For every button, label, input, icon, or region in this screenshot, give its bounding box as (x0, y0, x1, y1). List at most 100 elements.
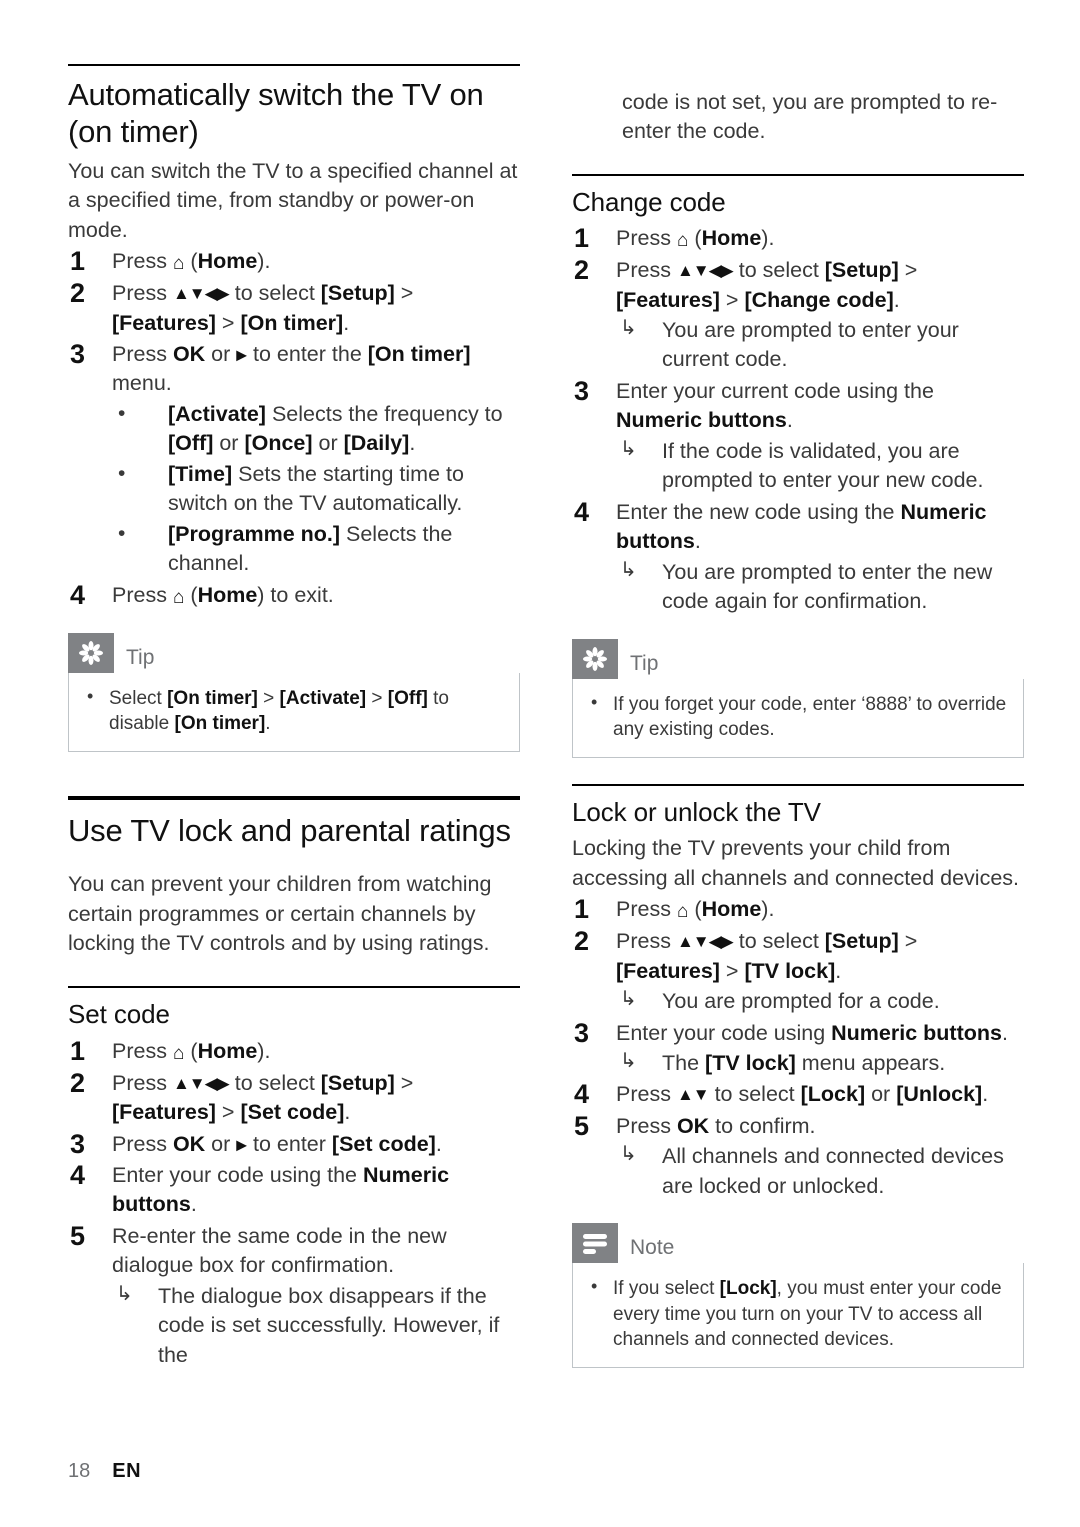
step-text: Press ⌂ (Home). (616, 897, 775, 923)
callout-title: Tip (126, 645, 155, 669)
callout-title: Note (630, 1236, 675, 1260)
step-item: 4 Press ▲▼ to select [Lock] or [Unlock]. (572, 1079, 1024, 1110)
result-item: ↳ All channels and connected devices are… (616, 1142, 1024, 1201)
callout-header: Tip (572, 638, 1024, 679)
result-text: You are prompted to enter your current c… (662, 318, 959, 372)
result-text: All channels and connected devices are l… (662, 1144, 1004, 1198)
result-text: The dialogue box disappears if the code … (158, 1283, 500, 1367)
bullet-dot-icon: • (591, 1276, 598, 1297)
section-change-code: Change code 1 Press ⌂ (Home). 2 Press ▲▼… (572, 173, 1024, 759)
step-text: Press ⌂ (Home). (616, 226, 775, 252)
step-number: 4 (574, 496, 590, 527)
list-item: • [Activate] Selects the frequency to [O… (112, 400, 520, 459)
step-item: 5 Press OK to confirm. ↳ All channels an… (572, 1110, 1024, 1201)
section-on-timer: Automatically switch the TV on (on timer… (68, 64, 520, 753)
step-results: ↳ If the code is validated, you are prom… (616, 437, 1024, 496)
step-text: Press OK to confirm. (616, 1113, 816, 1138)
steps-change-code: 1 Press ⌂ (Home). 2 Press ▲▼◀▶ to select… (572, 223, 1024, 617)
option-programme-no: [Programme no.] Selects the channel. (168, 521, 453, 576)
step-number: 3 (574, 1017, 590, 1048)
tip-text: If you forget your code, enter ‘8888’ to… (613, 693, 1007, 740)
step-item: 1 Press ⌂ (Home). (572, 223, 1024, 254)
section-set-code: Set code 1 Press ⌂ (Home). 2 Press ▲▼◀▶ … (68, 986, 520, 1370)
tip-text: Select [On timer] > [Activate] > [Off] t… (109, 687, 449, 734)
result-text: If the code is validated, you are prompt… (662, 438, 984, 493)
result-arrow-icon: ↳ (620, 1143, 637, 1166)
result-arrow-icon: ↳ (116, 1282, 133, 1305)
result-item: ↳ You are prompted to enter your current… (616, 316, 1024, 375)
heading-rule-thick (68, 796, 520, 801)
step-text: Enter your current code using the Numeri… (616, 378, 934, 433)
up-down-arrows-icon: ▲▼ (676, 1085, 710, 1105)
step-item: 2 Press ▲▼◀▶ to select [Setup] > [Featur… (572, 926, 1024, 1016)
two-column-layout: Automatically switch the TV on (on timer… (68, 60, 1024, 1400)
callout-body: • If you forget your code, enter ‘8888’ … (572, 678, 1024, 759)
step-text: Enter your code using the Numeric button… (112, 1163, 450, 1217)
step-text: Press OK or ▶ to enter [Set code]. (112, 1131, 442, 1156)
step-results: ↳ The [TV lock] menu appears. (616, 1049, 1024, 1078)
intro-tv-lock: You can prevent your children from watch… (68, 872, 492, 955)
heading-set-code: Set code (68, 999, 170, 1030)
result-item: ↳ The [TV lock] menu appears. (616, 1049, 1024, 1078)
result-item: code is not set, you are prompted to re-… (572, 88, 1024, 147)
note-callout: Note • If you select [Lock], you must en… (572, 1223, 1024, 1369)
step-text: Press ▲▼◀▶ to select [Setup] > [Features… (112, 1070, 414, 1125)
result-text: You are prompted to enter the new code a… (662, 559, 993, 614)
callout-body: • If you select [Lock], you must enter y… (572, 1263, 1024, 1369)
step-number: 4 (574, 1079, 590, 1110)
navigation-arrows-icon: ▲▼◀▶ (676, 261, 734, 281)
step-item: 3 Enter your current code using the Nume… (572, 376, 1024, 496)
step-item: 4 Enter the new code using the Numeric b… (572, 496, 1024, 617)
callout-header: Note (572, 1223, 1024, 1264)
step-results: ↳ You are prompted for a code. (616, 987, 1024, 1016)
result-text: You are prompted for a code. (662, 989, 940, 1014)
result-arrow-icon: ↳ (620, 317, 637, 340)
intro-lock-unlock: Locking the TV prevents your child from … (572, 836, 1020, 890)
heading-rule (572, 784, 1024, 787)
list-item: • Select [On timer] > [Activate] > [Off]… (85, 686, 503, 737)
step-text: Press ▲▼◀▶ to select [Setup] > [Features… (616, 929, 918, 983)
result-arrow-icon: ↳ (620, 988, 637, 1011)
home-icon: ⌂ (676, 901, 689, 923)
right-arrow-icon: ▶ (236, 346, 248, 363)
step-results: ↳ You are prompted to enter the new code… (616, 558, 1024, 617)
home-icon: ⌂ (676, 230, 689, 252)
step-number: 5 (574, 1110, 590, 1141)
note-lines-icon (572, 1223, 618, 1264)
step-text: Press OK or ▶ to enter the [On timer] me… (112, 342, 471, 396)
step-number: 3 (70, 1128, 86, 1159)
callout-body: • Select [On timer] > [Activate] > [Off]… (68, 672, 520, 753)
section-tv-lock: Use TV lock and parental ratings You can… (68, 796, 520, 958)
result-arrow-icon: ↳ (620, 437, 637, 460)
result-item: ↳ The dialogue box disappears if the cod… (112, 1282, 520, 1370)
navigation-arrows-icon: ▲▼◀▶ (172, 1073, 230, 1093)
step-number: 2 (70, 1067, 86, 1098)
steps-lock-unlock: 1 Press ⌂ (Home). 2 Press ▲▼◀▶ to select… (572, 894, 1024, 1201)
step-number: 3 (70, 339, 86, 370)
intro-on-timer: You can switch the TV to a specified cha… (68, 158, 518, 242)
continuation-text: code is not set, you are prompted to re-… (622, 90, 998, 144)
step-text: Enter your code using Numeric buttons. (616, 1020, 1008, 1045)
heading-lock-unlock: Lock or unlock the TV (572, 797, 821, 828)
result-arrow-icon: ↳ (620, 558, 637, 581)
callout-list: • If you select [Lock], you must enter y… (589, 1276, 1007, 1352)
step-number: 1 (70, 1035, 86, 1066)
step-number: 5 (70, 1220, 86, 1251)
bullet-dot-icon: • (118, 401, 126, 425)
step-text: Re-enter the same code in the new dialog… (112, 1223, 447, 1278)
page-number: 18 (68, 1460, 91, 1482)
result-item: ↳ You are prompted to enter the new code… (616, 558, 1024, 617)
list-item: • [Time] Sets the starting time to switc… (112, 460, 520, 519)
right-arrow-icon: ▶ (236, 1136, 248, 1153)
continuation-block: code is not set, you are prompted to re-… (572, 88, 1024, 147)
heading-tv-lock: Use TV lock and parental ratings (68, 813, 511, 849)
option-activate: [Activate] Selects the frequency to [Off… (168, 401, 503, 456)
result-arrow-icon: ↳ (620, 1050, 637, 1072)
callout-header: Tip (68, 632, 520, 673)
tip-asterisk-icon (572, 638, 618, 679)
steps-set-code: 1 Press ⌂ (Home). 2 Press ▲▼◀▶ to select… (68, 1035, 520, 1371)
bullet-dot-icon: • (87, 685, 94, 706)
bullet-dot-icon: • (118, 461, 126, 485)
